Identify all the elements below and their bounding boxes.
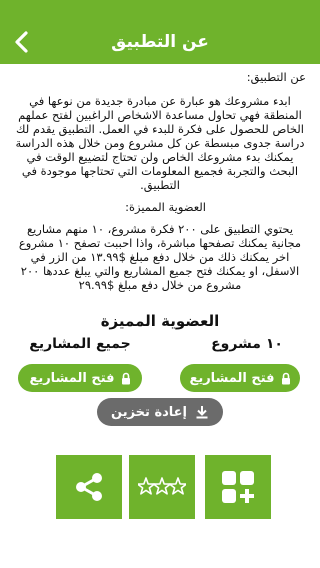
more-apps-button[interactable]: [205, 455, 271, 519]
lock-icon: [281, 372, 290, 384]
download-icon: [196, 406, 208, 419]
premium-title: العضوية المميزة: [100, 312, 220, 330]
add-grid-icon: [222, 471, 254, 503]
share-button[interactable]: [56, 455, 122, 519]
back-button[interactable]: [8, 28, 36, 56]
open-all-projects-button[interactable]: فتح المشاريع: [18, 364, 142, 392]
membership-heading: العضوية المميزة:: [125, 200, 206, 214]
open-all-label: فتح المشاريع: [29, 370, 115, 386]
about-content: عن التطبيق: ابدء مشروعك هو عبارة عن مباد…: [14, 68, 306, 292]
membership-paragraph: يحتوي التطبيق على ٢٠٠ فكرة مشروع، ١٠ منه…: [18, 222, 302, 292]
about-heading: عن التطبيق:: [246, 70, 306, 84]
open-ten-projects-button[interactable]: فتح المشاريع: [180, 364, 300, 392]
rate-button[interactable]: [129, 455, 195, 519]
page-title: عن التطبيق: [111, 32, 209, 52]
plan-ten-label: ١٠ مشروع: [211, 336, 283, 352]
restore-purchases-button[interactable]: إعادة تخزين: [97, 398, 223, 426]
restore-label: إعادة تخزين: [111, 404, 188, 420]
status-bar: [0, 0, 320, 20]
nav-bar: عن التطبيق: [0, 20, 320, 64]
chevron-left-icon: [15, 31, 28, 53]
share-icon: [76, 473, 102, 501]
lock-icon: [121, 372, 130, 384]
about-paragraph: ابدء مشروعك هو عبارة عن مبادرة جديدة من …: [15, 94, 305, 192]
stars-icon: [138, 477, 186, 495]
open-ten-label: فتح المشاريع: [189, 370, 275, 386]
plan-all-label: جميع المشاريع: [29, 336, 131, 352]
